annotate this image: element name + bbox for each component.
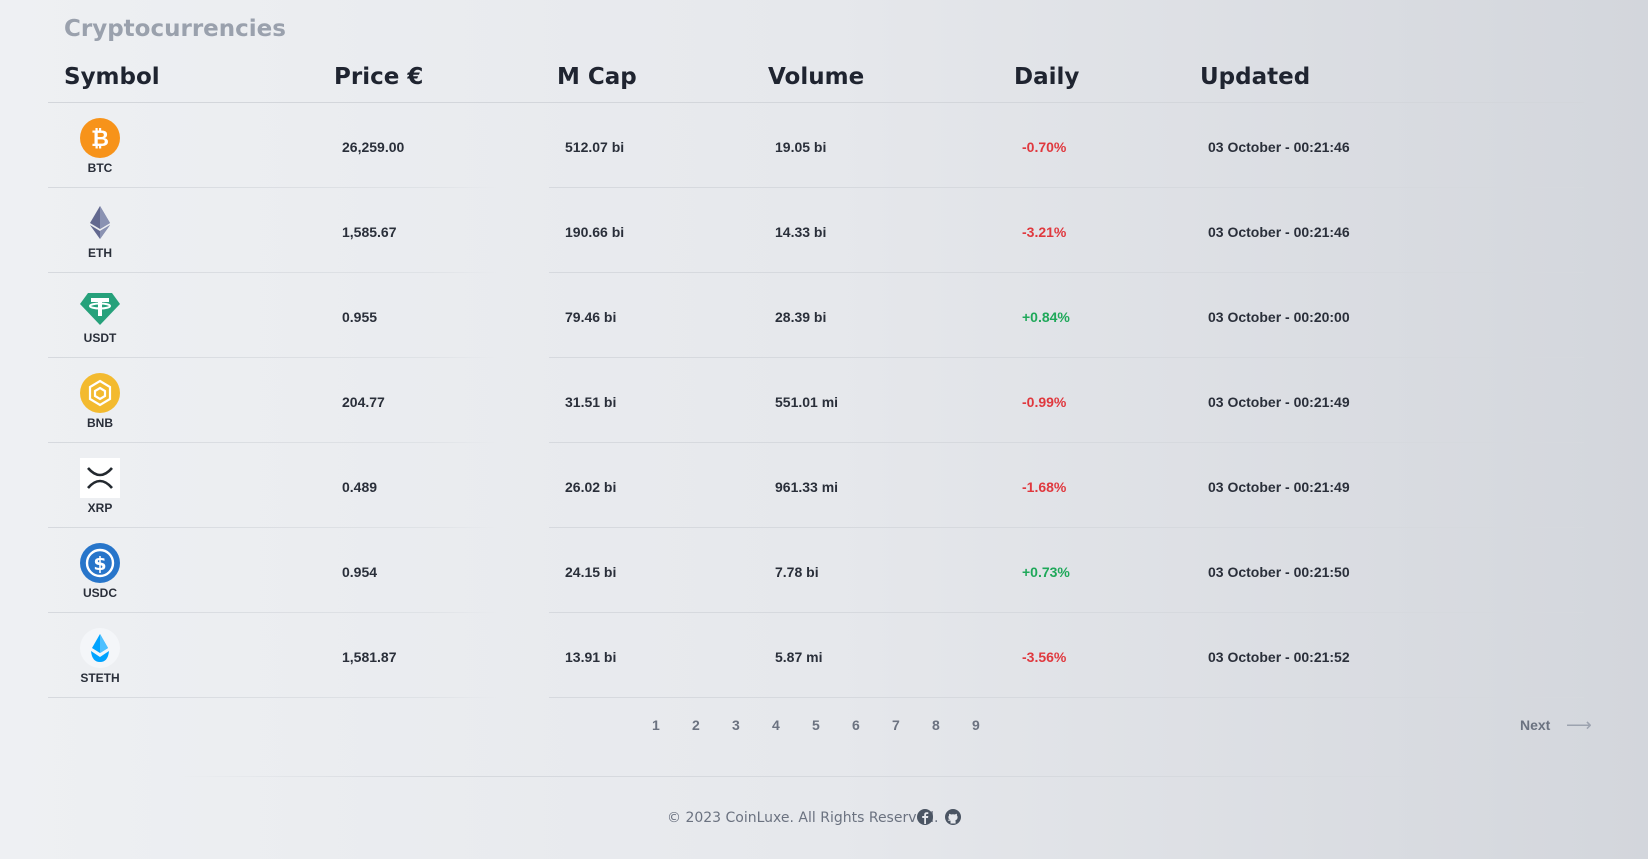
coin-symbol: USDC (82, 586, 117, 600)
page-link-8[interactable]: 8 (932, 717, 940, 733)
svg-text:₿: ₿ (91, 127, 109, 152)
coin-symbol: XRP (87, 501, 113, 515)
mcap-cell: 190.66 bi (565, 224, 625, 240)
table-row[interactable]: ₿ BTC 26,259.00 512.07 bi 19.05 bi -0.70… (0, 103, 1648, 188)
page-link-5[interactable]: 5 (812, 717, 820, 733)
page-link-2[interactable]: 2 (692, 717, 700, 733)
mcap-cell: 13.91 bi (565, 649, 617, 665)
updated-cell: 03 October - 00:20:00 (1208, 309, 1350, 325)
tether-icon (80, 288, 120, 328)
daily-change-cell: -3.21% (1022, 224, 1067, 240)
table-row[interactable]: ETH 1,585.67 190.66 bi 14.33 bi -3.21% 0… (0, 188, 1648, 273)
crypto-table: ₿ BTC 26,259.00 512.07 bi 19.05 bi -0.70… (0, 103, 1648, 698)
updated-cell: 03 October - 00:21:49 (1208, 479, 1350, 495)
volume-cell: 961.33 mi (775, 479, 839, 495)
table-header: Symbol Price € M Cap Volume Daily Update… (0, 58, 1648, 102)
volume-cell: 28.39 bi (775, 309, 827, 325)
price-cell: 26,259.00 (342, 139, 405, 155)
github-icon[interactable] (944, 808, 962, 826)
usdc-icon: $ (80, 543, 120, 583)
table-row[interactable]: STETH 1,581.87 13.91 bi 5.87 mi -3.56% 0… (0, 613, 1648, 698)
header-mcap: M Cap (557, 64, 637, 90)
updated-cell: 03 October - 00:21:46 (1208, 139, 1350, 155)
page-link-7[interactable]: 7 (892, 717, 900, 733)
header-volume: Volume (768, 64, 865, 90)
daily-change-cell: +0.84% (1022, 309, 1070, 325)
mcap-cell: 26.02 bi (565, 479, 617, 495)
mcap-cell: 512.07 bi (565, 139, 625, 155)
steth-icon (80, 628, 120, 668)
coin-symbol: BNB (87, 416, 113, 430)
page-link-4[interactable]: 4 (772, 717, 780, 733)
ethereum-icon (80, 203, 120, 243)
page-title: Cryptocurrencies (64, 16, 286, 42)
price-cell: 0.489 (342, 479, 378, 495)
page-link-1[interactable]: 1 (652, 717, 660, 733)
coin-symbol: USDT (83, 331, 117, 345)
daily-change-cell: -3.56% (1022, 649, 1067, 665)
updated-cell: 03 October - 00:21:50 (1208, 564, 1350, 580)
coin-symbol: ETH (88, 246, 112, 260)
daily-change-cell: -0.70% (1022, 139, 1067, 155)
daily-change-cell: -1.68% (1022, 479, 1067, 495)
price-cell: 1,581.87 (342, 649, 397, 665)
page-link-6[interactable]: 6 (852, 717, 860, 733)
table-row[interactable]: XRP 0.489 26.02 bi 961.33 mi -1.68% 03 O… (0, 443, 1648, 528)
header-symbol: Symbol (64, 64, 160, 90)
mcap-cell: 24.15 bi (565, 564, 617, 580)
updated-cell: 03 October - 00:21:49 (1208, 394, 1350, 410)
price-cell: 0.955 (342, 309, 378, 325)
daily-change-cell: -0.99% (1022, 394, 1067, 410)
page-link-3[interactable]: 3 (732, 717, 740, 733)
volume-cell: 551.01 mi (775, 394, 839, 410)
volume-cell: 7.78 bi (775, 564, 819, 580)
page-link-9[interactable]: 9 (972, 717, 980, 733)
bnb-icon (80, 373, 120, 413)
bitcoin-icon: ₿ (80, 118, 120, 158)
coin-symbol: STETH (80, 671, 120, 685)
header-updated: Updated (1200, 64, 1311, 90)
table-row[interactable]: USDT 0.955 79.46 bi 28.39 bi +0.84% 03 O… (0, 273, 1648, 358)
footer-copyright: © 2023 CoinLuxe. All Rights Reserved. (667, 810, 939, 826)
row-divider (549, 697, 1584, 698)
updated-cell: 03 October - 00:21:46 (1208, 224, 1350, 240)
table-row[interactable]: $ USDC 0.954 24.15 bi 7.78 bi +0.73% 03 … (0, 528, 1648, 613)
volume-cell: 5.87 mi (775, 649, 823, 665)
updated-cell: 03 October - 00:21:52 (1208, 649, 1350, 665)
header-daily: Daily (1014, 64, 1080, 90)
price-cell: 1,585.67 (342, 224, 397, 240)
pagination: 1 2 3 4 5 6 7 8 9 Next ⟶ (0, 715, 1648, 737)
mcap-cell: 79.46 bi (565, 309, 617, 325)
volume-cell: 14.33 bi (775, 224, 827, 240)
next-page-button[interactable]: Next (1520, 717, 1550, 733)
footer-divider (176, 776, 1456, 777)
volume-cell: 19.05 bi (775, 139, 827, 155)
price-cell: 0.954 (342, 564, 378, 580)
facebook-icon[interactable] (916, 808, 934, 826)
xrp-icon (80, 458, 120, 498)
coin-symbol: BTC (87, 161, 113, 175)
table-row[interactable]: BNB 204.77 31.51 bi 551.01 mi -0.99% 03 … (0, 358, 1648, 443)
arrow-right-icon[interactable]: ⟶ (1566, 715, 1592, 736)
row-divider (48, 697, 498, 698)
daily-change-cell: +0.73% (1022, 564, 1070, 580)
svg-text:$: $ (93, 553, 106, 575)
mcap-cell: 31.51 bi (565, 394, 617, 410)
price-cell: 204.77 (342, 394, 385, 410)
header-price: Price € (334, 64, 424, 90)
